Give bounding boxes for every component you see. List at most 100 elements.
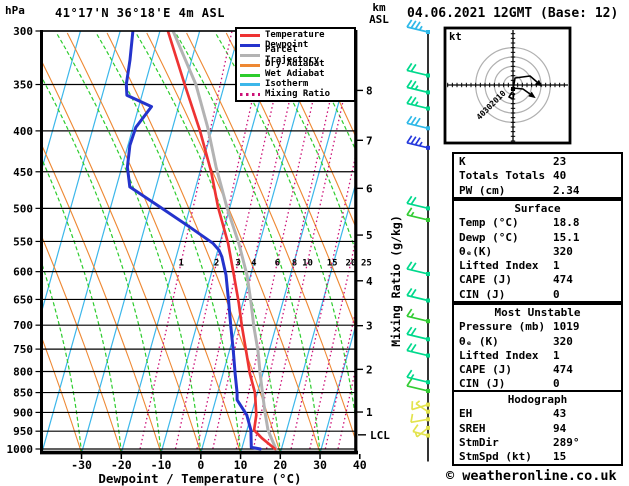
pressure-tick-label: 600 bbox=[13, 266, 33, 279]
wind-barb-station-marker bbox=[426, 298, 430, 303]
wind-barb-station-marker bbox=[426, 90, 430, 95]
wind-barb-shaft bbox=[406, 102, 429, 110]
wind-barb-station-marker bbox=[426, 73, 430, 78]
table-row-value: 289° bbox=[553, 435, 580, 449]
table-row: Totals Totals 40 bbox=[454, 168, 621, 182]
wind-barb-station-marker bbox=[426, 353, 430, 358]
table-section-header: Surface bbox=[514, 202, 561, 215]
wind-barb-feather bbox=[410, 288, 417, 297]
wind-barb-feather bbox=[406, 62, 413, 71]
table-row-label: StmDir bbox=[459, 435, 499, 449]
pressure-tick-label: 750 bbox=[13, 343, 33, 356]
table-row: θₑ(K) 320 bbox=[454, 244, 621, 258]
wind-barb-station-marker bbox=[426, 206, 430, 211]
table-row: Dewp (°C) 15.1 bbox=[454, 230, 621, 244]
indices-table-most-unstable: Most Unstable Pressure (mb) 1019 θₑ (K) 320 L… bbox=[452, 303, 623, 393]
legend-box: Temperature Dewpoint Parcel Trajectory Dry … bbox=[235, 27, 356, 102]
wind-barb-shaft bbox=[406, 122, 429, 130]
table-row-label: SREH bbox=[459, 421, 486, 435]
wind-barb-shaft bbox=[406, 333, 429, 341]
table-row-value: 23 bbox=[553, 155, 567, 168]
table-row: Lifted Index 1 bbox=[454, 348, 621, 362]
wind-barb-feather bbox=[414, 21, 421, 30]
wind-barb bbox=[406, 261, 430, 276]
temperature-tick-label: -20 bbox=[111, 458, 132, 472]
table-row-label: CAPE (J) bbox=[459, 363, 512, 377]
wind-barb-feather bbox=[406, 369, 413, 378]
table-row-value: 474 bbox=[553, 363, 573, 377]
wind-barb-half-feather bbox=[414, 85, 419, 90]
km-tick-label: 8 bbox=[366, 84, 373, 97]
table-row: Lifted Index 1 bbox=[454, 258, 621, 272]
wind-barb-column bbox=[406, 19, 430, 462]
table-row-value: 40 bbox=[553, 169, 567, 183]
table-row: CAPE (J) 474 bbox=[454, 362, 621, 376]
table-row-value: 1 bbox=[553, 259, 560, 273]
wind-barb-feather bbox=[406, 287, 413, 296]
wind-barb-shaft bbox=[406, 202, 429, 210]
table-row-label: θₑ(K) bbox=[459, 244, 493, 258]
mixing-ratio-label: 1 bbox=[178, 258, 183, 268]
wind-barb-half-feather bbox=[410, 211, 415, 217]
wind-barb-station-marker bbox=[426, 380, 430, 385]
km-tick-label: 7 bbox=[366, 134, 373, 147]
table-row: StmSpd (kt) 15 bbox=[454, 449, 621, 463]
wind-barb bbox=[406, 342, 430, 358]
wind-barb-half-feather bbox=[410, 373, 415, 379]
temperature-tick-label: 20 bbox=[273, 458, 287, 472]
mixing-ratio-label: 25 bbox=[361, 258, 372, 268]
pressure-tick-label: 450 bbox=[13, 166, 33, 179]
table-row: K 23 bbox=[454, 154, 621, 168]
skewt-sounding-screenshot: 1 2 3 4 6 8 10 15 20 25 300 350 400 450 500 550 600 650 70… bbox=[0, 0, 629, 486]
wind-barb bbox=[406, 79, 430, 95]
table-row-value: 15.1 bbox=[553, 230, 580, 244]
wind-barb-station-marker bbox=[426, 417, 430, 422]
wind-barb-feather bbox=[410, 343, 417, 353]
km-tick-label: 1 bbox=[366, 406, 373, 419]
mixing-ratio-labels: 1 2 3 4 6 8 10 15 20 25 bbox=[178, 258, 371, 268]
wind-barb-feather bbox=[410, 196, 417, 205]
wind-barb-feather bbox=[410, 413, 414, 423]
km-tick-label: 3 bbox=[366, 320, 373, 333]
wind-barb-shaft bbox=[406, 349, 429, 357]
wind-barb-station-marker bbox=[426, 319, 430, 324]
km-tick-label: 6 bbox=[366, 182, 373, 195]
wind-barb-feather bbox=[410, 96, 417, 105]
table-row-value: 15 bbox=[553, 450, 567, 464]
pressure-axis-unit: hPa bbox=[5, 4, 25, 17]
table-row-label: Dewp (°C) bbox=[459, 230, 519, 244]
wind-barb-station-marker bbox=[426, 337, 430, 342]
wind-barb-feather bbox=[410, 136, 417, 145]
indices-table-general: K 23 Totals Totals 40 PW (cm) 2.34 bbox=[452, 152, 623, 199]
wind-barb-feather bbox=[410, 80, 417, 89]
table-row-label: K bbox=[459, 155, 466, 168]
hodograph: 10203040kt bbox=[443, 26, 572, 145]
wind-barb-station-marker bbox=[426, 106, 430, 111]
mixing-ratio-label: 8 bbox=[292, 258, 297, 268]
temperature-tick-label: 30 bbox=[313, 458, 327, 472]
wind-barb-station-marker bbox=[426, 409, 430, 414]
wind-barb-station-marker bbox=[426, 425, 430, 430]
wind-barb-station-marker bbox=[426, 30, 430, 34]
table-row: SREH 94 bbox=[454, 421, 621, 435]
table-row-value: 1019 bbox=[553, 320, 580, 334]
table-row: EH 43 bbox=[454, 406, 621, 420]
table-row-value: 1 bbox=[553, 348, 560, 362]
wind-barb-shaft bbox=[410, 418, 429, 424]
wind-barb-feather bbox=[406, 261, 413, 270]
wind-barb-feather bbox=[410, 262, 417, 271]
pressure-tick-label: 700 bbox=[13, 319, 33, 332]
table-row-value: 474 bbox=[553, 273, 573, 287]
wind-barb-shaft bbox=[406, 141, 429, 149]
wind-barb-feather bbox=[410, 20, 417, 29]
wind-barb-station-marker bbox=[426, 402, 430, 407]
table-row-label: PW (cm) bbox=[459, 183, 506, 197]
mixing-ratio-label: 10 bbox=[302, 258, 313, 268]
legend-swatch-parcel-trajectory bbox=[240, 53, 260, 57]
wind-barb-feather bbox=[406, 342, 413, 352]
wind-barb bbox=[406, 326, 430, 342]
pressure-tick-label: 350 bbox=[13, 79, 33, 92]
legend-swatch-mixing-ratio bbox=[240, 93, 260, 97]
wind-barb-shaft bbox=[406, 294, 429, 302]
mixing-ratio-label: 3 bbox=[235, 258, 240, 268]
